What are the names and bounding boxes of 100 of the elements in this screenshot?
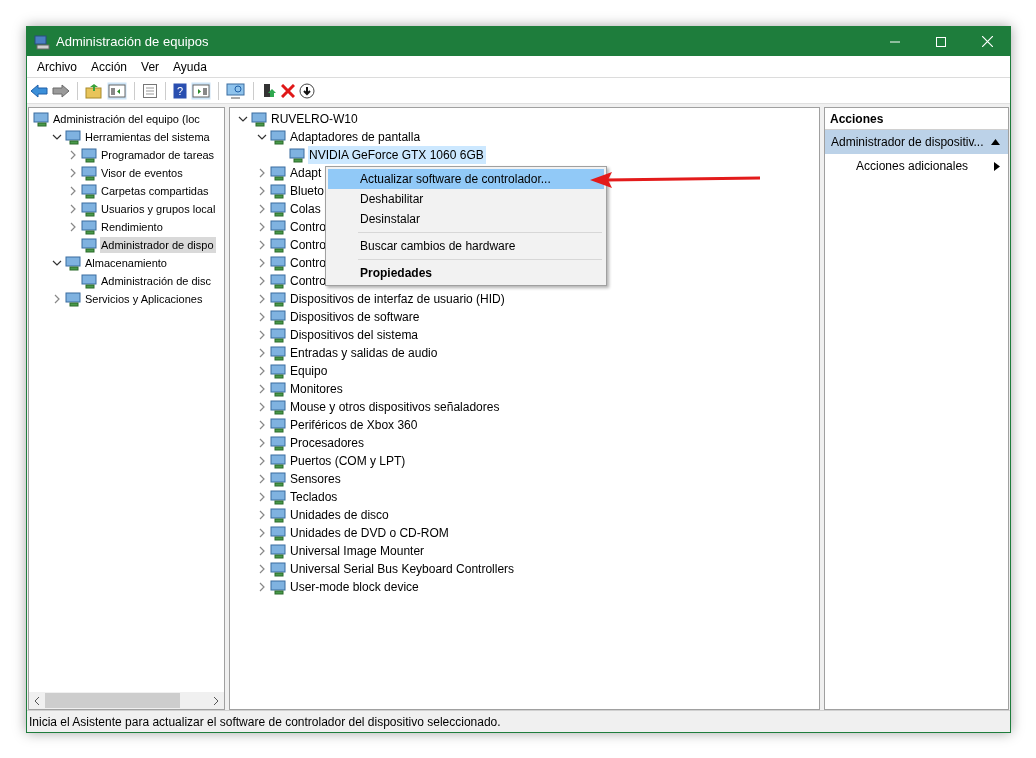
delete-icon[interactable] <box>281 83 295 98</box>
forward-arrow-icon[interactable] <box>52 82 70 99</box>
tree-item[interactable]: Carpetas compartidas <box>100 182 211 200</box>
tree-item[interactable]: Blueto <box>289 182 327 200</box>
tree-item[interactable]: Programador de tareas <box>100 146 217 164</box>
action-pane-icon[interactable] <box>191 81 211 100</box>
tree-item[interactable]: Contro <box>289 272 329 290</box>
list-view-icon[interactable] <box>142 82 158 99</box>
chevron-right-icon[interactable] <box>257 528 267 538</box>
tree-item[interactable]: Unidades de disco <box>289 506 391 524</box>
tree-item[interactable]: NVIDIA GeForce GTX 1060 6GB <box>308 146 486 164</box>
tree-item[interactable]: Contro <box>289 236 329 254</box>
chevron-right-icon[interactable] <box>257 510 267 520</box>
tree-item[interactable]: Equipo <box>289 362 330 380</box>
tree-item[interactable]: Dispositivos de software <box>289 308 422 326</box>
chevron-right-icon[interactable] <box>257 456 267 466</box>
tree-item[interactable]: Administración de disc <box>100 272 214 290</box>
tree-item[interactable]: Herramientas del sistema <box>84 128 212 146</box>
chevron-right-icon[interactable] <box>257 204 267 214</box>
tree-item[interactable]: Servicios y Aplicaciones <box>84 290 205 308</box>
console-tree-icon[interactable] <box>107 81 127 100</box>
chevron-right-icon[interactable] <box>257 276 267 286</box>
chevron-right-icon[interactable] <box>257 384 267 394</box>
chevron-right-icon[interactable] <box>68 222 78 232</box>
chevron-right-icon[interactable] <box>257 222 267 232</box>
chevron-right-icon[interactable] <box>257 186 267 196</box>
tree-item[interactable]: Usuarios y grupos local <box>100 200 218 218</box>
tree-item[interactable]: Administración del equipo (loc <box>52 110 202 128</box>
chevron-right-icon[interactable] <box>257 258 267 268</box>
menu-item[interactable]: Desinstalar <box>328 209 604 229</box>
chevron-right-icon[interactable] <box>68 168 78 178</box>
menu-item[interactable]: Actualizar software de controlador... <box>328 169 604 189</box>
action-link[interactable]: Acciones adicionales <box>856 157 969 175</box>
tree-item[interactable]: RUVELRO-W10 <box>270 110 360 128</box>
tree-item[interactable]: Dispositivos de interfaz de usuario (HID) <box>289 290 507 308</box>
tree-item[interactable]: Unidades de DVD o CD-ROM <box>289 524 451 542</box>
chevron-right-icon[interactable] <box>68 150 78 160</box>
download-circle-icon[interactable] <box>299 82 315 99</box>
tree-item[interactable]: Mouse y otros dispositivos señaladores <box>289 398 502 416</box>
chevron-down-icon[interactable] <box>257 132 267 142</box>
chevron-right-icon[interactable] <box>257 492 267 502</box>
menu-item[interactable]: Buscar cambios de hardware <box>328 236 604 256</box>
chevron-right-icon[interactable] <box>257 582 267 592</box>
tree-item[interactable]: Teclados <box>289 488 340 506</box>
chevron-right-icon[interactable] <box>257 402 267 412</box>
chevron-right-icon[interactable] <box>257 330 267 340</box>
back-arrow-icon[interactable] <box>30 82 48 99</box>
tree-item[interactable]: Rendimiento <box>100 218 165 236</box>
scroll-left-icon[interactable] <box>32 695 42 706</box>
chevron-right-icon[interactable] <box>257 420 267 430</box>
chevron-down-icon[interactable] <box>52 258 62 268</box>
chevron-right-icon[interactable] <box>257 294 267 304</box>
tree-item[interactable]: Colas <box>289 200 323 218</box>
chevron-down-icon[interactable] <box>52 132 62 142</box>
menu-item[interactable]: Propiedades <box>328 263 604 283</box>
chevron-right-icon[interactable] <box>257 348 267 358</box>
chevron-right-icon[interactable] <box>257 438 267 448</box>
menu-item[interactable]: Deshabilitar <box>328 189 604 209</box>
menu-item[interactable]: Ayuda <box>166 56 214 77</box>
tree-item[interactable]: Procesadores <box>289 434 367 452</box>
device-icon <box>270 525 286 541</box>
tree-item[interactable]: Sensores <box>289 470 343 488</box>
chevron-right-icon[interactable] <box>257 312 267 322</box>
horizontal-scrollbar[interactable] <box>29 692 224 709</box>
tree-item[interactable]: Universal Serial Bus Keyboard Controllers <box>289 560 517 578</box>
tree-item[interactable]: Dispositivos del sistema <box>289 326 421 344</box>
tree-item[interactable]: Adaptadores de pantalla <box>289 128 423 146</box>
chevron-right-icon[interactable] <box>257 474 267 484</box>
menu-item[interactable]: Ver <box>134 56 167 77</box>
tree-item[interactable]: Monitores <box>289 380 345 398</box>
actions-section-header[interactable]: Administrador de dispositiv... <box>825 130 1008 154</box>
tree-item[interactable]: Administrador de dispo <box>100 236 216 254</box>
chevron-right-icon[interactable] <box>257 366 267 376</box>
tree-item[interactable]: Contro <box>289 218 329 236</box>
help-icon[interactable]: ? <box>173 82 187 99</box>
chevron-down-icon[interactable] <box>238 114 248 124</box>
tree-item[interactable]: Visor de eventos <box>100 164 185 182</box>
tree-item[interactable]: Contro <box>289 254 329 272</box>
chevron-right-icon[interactable] <box>68 204 78 214</box>
tree-item[interactable]: Entradas y salidas de audio <box>289 344 440 362</box>
chevron-right-icon[interactable] <box>257 564 267 574</box>
tree-item[interactable]: Periféricos de Xbox 360 <box>289 416 420 434</box>
tree-item[interactable]: Puertos (COM y LPT) <box>289 452 408 470</box>
chevron-right-icon[interactable] <box>257 168 267 178</box>
status-text: Inicia el Asistente para actualizar el software de controlador del dispositivo seleccionado. <box>28 713 501 731</box>
tree-item[interactable]: Universal Image Mounter <box>289 542 427 560</box>
menu-item[interactable]: Acción <box>84 56 135 77</box>
tree-item[interactable]: User-mode block device <box>289 578 421 596</box>
folder-up-icon[interactable] <box>85 82 103 99</box>
tree-item[interactable]: Adapt <box>289 164 324 182</box>
chevron-right-icon[interactable] <box>68 186 78 196</box>
scroll-right-icon[interactable] <box>211 695 221 706</box>
scrollbar-thumb[interactable] <box>45 693 180 708</box>
tree-item[interactable]: Almacenamiento <box>84 254 169 272</box>
chevron-right-icon[interactable] <box>52 294 62 304</box>
monitor-search-icon[interactable] <box>226 82 246 99</box>
chevron-right-icon[interactable] <box>257 546 267 556</box>
menu-item[interactable]: Archivo <box>30 56 84 77</box>
update-driver-icon[interactable] <box>261 82 277 99</box>
chevron-right-icon[interactable] <box>257 240 267 250</box>
